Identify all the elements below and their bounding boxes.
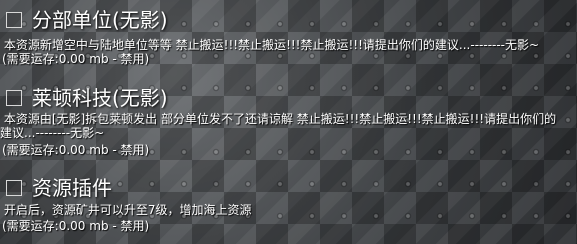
mod-entry-fenbu[interactable]: 分部单位(无影) 本资源新增空中与陆地单位等等 禁止搬运!!!禁止搬运!!!禁止… xyxy=(0,6,577,66)
mod-enable-checkbox[interactable] xyxy=(6,180,22,196)
mod-description: 本资源由[无影]拆包莱顿发出 部分单位发不了还请谅解 禁止搬运!!!禁止搬运!!… xyxy=(0,112,557,140)
mod-memory-status: (需要运存:0.00 mb - 禁用) xyxy=(2,52,150,66)
mod-title: 资源插件 xyxy=(32,176,112,200)
mod-title: 莱顿科技(无影) xyxy=(32,86,168,110)
mod-entry-laidun[interactable]: 莱顿科技(无影) 本资源由[无影]拆包莱顿发出 部分单位发不了还请谅解 禁止搬运… xyxy=(0,84,577,160)
mod-list: 分部单位(无影) 本资源新增空中与陆地单位等等 禁止搬运!!!禁止搬运!!!禁止… xyxy=(0,0,577,244)
mod-memory-status: (需要运存:0.00 mb - 禁用) xyxy=(2,219,150,233)
mod-title: 分部单位(无影) xyxy=(32,8,168,32)
mod-enable-checkbox[interactable] xyxy=(6,12,22,28)
mod-header[interactable]: 分部单位(无影) xyxy=(0,6,577,36)
mod-description: 本资源新增空中与陆地单位等等 禁止搬运!!!禁止搬运!!!禁止搬运!!!请提出你… xyxy=(0,38,540,52)
mod-enable-checkbox[interactable] xyxy=(6,90,22,106)
mod-entry-ziyuan[interactable]: 资源插件 开启后，资源矿井可以升至7级，增加海上资源 (需要运存:0.00 mb… xyxy=(0,174,577,240)
mod-memory-status: (需要运存:0.00 mb - 禁用) xyxy=(2,143,150,157)
mod-header[interactable]: 莱顿科技(无影) xyxy=(0,84,577,114)
mod-description: 开启后，资源矿井可以升至7级，增加海上资源 xyxy=(0,203,252,217)
mod-header[interactable]: 资源插件 xyxy=(0,174,577,204)
